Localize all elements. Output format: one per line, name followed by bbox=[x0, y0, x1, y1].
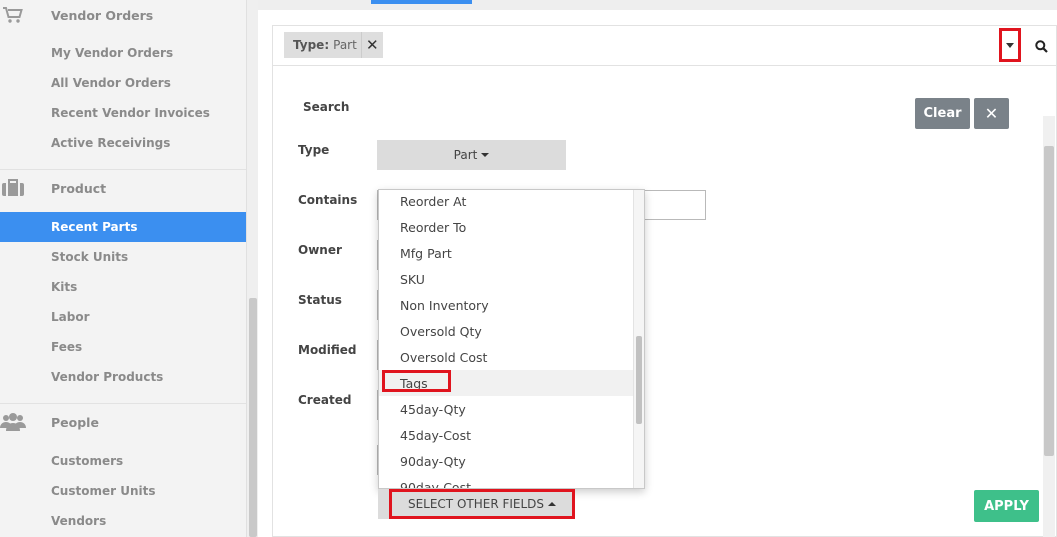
sidebar-divider bbox=[0, 169, 246, 170]
search-heading: Search bbox=[303, 100, 350, 114]
chip-key: Type: bbox=[293, 38, 330, 52]
sidebar-divider bbox=[0, 403, 246, 404]
dropdown-option-mfg-part[interactable]: Mfg Part bbox=[379, 240, 634, 266]
filter-bar: Type: Part ✕ bbox=[273, 26, 1057, 66]
sidebar-item-my-vendor-orders[interactable]: My Vendor Orders bbox=[0, 38, 246, 68]
sidebar-item-stock-units[interactable]: Stock Units bbox=[0, 242, 246, 272]
caret-down-icon bbox=[1006, 42, 1014, 48]
search-button[interactable] bbox=[1031, 36, 1051, 56]
field-label-owner: Owner bbox=[298, 243, 342, 257]
chip-remove-icon[interactable]: ✕ bbox=[360, 32, 383, 58]
sidebar-item-kits[interactable]: Kits bbox=[0, 272, 246, 302]
sidebar-item-labor[interactable]: Labor bbox=[0, 302, 246, 332]
dropdown-option-45day-qty[interactable]: 45day-Qty bbox=[379, 396, 634, 422]
field-label-modified: Modified bbox=[298, 343, 357, 357]
field-label-type: Type bbox=[298, 143, 330, 157]
sidebar-section-label: Product bbox=[51, 180, 107, 196]
briefcase-icon bbox=[0, 178, 26, 198]
dropdown-option-90day-qty[interactable]: 90day-Qty bbox=[379, 448, 634, 474]
dropdown-option-90day-cost[interactable]: 90day-Cost bbox=[379, 474, 634, 489]
sidebar-item-active-receivings[interactable]: Active Receivings bbox=[0, 128, 246, 158]
sidebar-section-label: Vendor Orders bbox=[51, 7, 154, 23]
clear-button[interactable]: Clear bbox=[915, 98, 970, 129]
scrollbar-thumb[interactable] bbox=[636, 336, 642, 424]
dropdown-option-non-inventory[interactable]: Non Inventory bbox=[379, 292, 634, 318]
caret-up-icon bbox=[548, 502, 557, 506]
sidebar-item-customer-units[interactable]: Customer Units bbox=[0, 476, 246, 506]
toggle-filter-form-button[interactable] bbox=[999, 28, 1021, 62]
search-icon bbox=[1034, 39, 1048, 53]
dropdown-scrollbar[interactable] bbox=[633, 190, 644, 488]
field-label-status: Status bbox=[298, 293, 342, 307]
dropdown-option-reorder-to[interactable]: Reorder To bbox=[379, 214, 634, 240]
field-label-created: Created bbox=[298, 393, 352, 407]
sidebar-item-vendors[interactable]: Vendors bbox=[0, 506, 246, 536]
close-form-button[interactable]: ✕ bbox=[974, 98, 1009, 129]
select-other-fields-button[interactable]: SELECT OTHER FIELDS bbox=[389, 489, 575, 519]
apply-button[interactable]: APPLY bbox=[974, 490, 1039, 522]
sidebar-item-fees[interactable]: Fees bbox=[0, 332, 246, 362]
sidebar-item-recent-vendor-invoices[interactable]: Recent Vendor Invoices bbox=[0, 98, 246, 128]
filter-chip-type: Type: Part ✕ bbox=[284, 32, 383, 58]
dropdown-option-reorder-at[interactable]: Reorder At bbox=[379, 190, 634, 214]
cart-icon bbox=[0, 5, 26, 25]
sidebar-item-customers[interactable]: Customers bbox=[0, 446, 246, 476]
dropdown-option-oversold-qty[interactable]: Oversold Qty bbox=[379, 318, 634, 344]
dropdown-option-45day-cost[interactable]: 45day-Cost bbox=[379, 422, 634, 448]
sidebar-section-vendor-orders[interactable]: Vendor Orders bbox=[0, 0, 246, 30]
sidebar-section-product[interactable]: Product bbox=[0, 173, 246, 203]
scrollbar-thumb[interactable] bbox=[1044, 146, 1054, 456]
chip-value: Part bbox=[333, 38, 357, 52]
sidebar-item-recent-parts[interactable]: Recent Parts bbox=[0, 212, 246, 242]
sidebar-scrollbar[interactable] bbox=[246, 0, 258, 537]
caret-down-icon bbox=[481, 153, 490, 157]
sidebar: Vendor Orders My Vendor Orders All Vendo… bbox=[0, 0, 246, 537]
dropdown-option-oversold-cost[interactable]: Oversold Cost bbox=[379, 344, 634, 370]
dropdown-list: Reorder At Reorder To Mfg Part SKU Non I… bbox=[379, 190, 634, 489]
sidebar-item-vendor-products[interactable]: Vendor Products bbox=[0, 362, 246, 392]
active-tab-indicator bbox=[371, 0, 472, 4]
type-select-button[interactable]: Part bbox=[377, 140, 566, 170]
field-label-contains: Contains bbox=[298, 193, 358, 207]
other-fields-dropdown: Reorder At Reorder To Mfg Part SKU Non I… bbox=[378, 189, 645, 489]
sidebar-section-people[interactable]: People bbox=[0, 407, 246, 437]
form-scrollbar[interactable] bbox=[1043, 116, 1055, 537]
people-icon bbox=[0, 412, 26, 432]
sidebar-section-label: People bbox=[51, 414, 99, 430]
sidebar-item-all-vendor-orders[interactable]: All Vendor Orders bbox=[0, 68, 246, 98]
dropdown-option-sku[interactable]: SKU bbox=[379, 266, 634, 292]
select-other-fields-label: SELECT OTHER FIELDS bbox=[407, 497, 545, 511]
tags-highlight-box bbox=[382, 370, 451, 392]
scrollbar-thumb[interactable] bbox=[249, 298, 257, 537]
type-select-value: Part bbox=[453, 148, 478, 162]
